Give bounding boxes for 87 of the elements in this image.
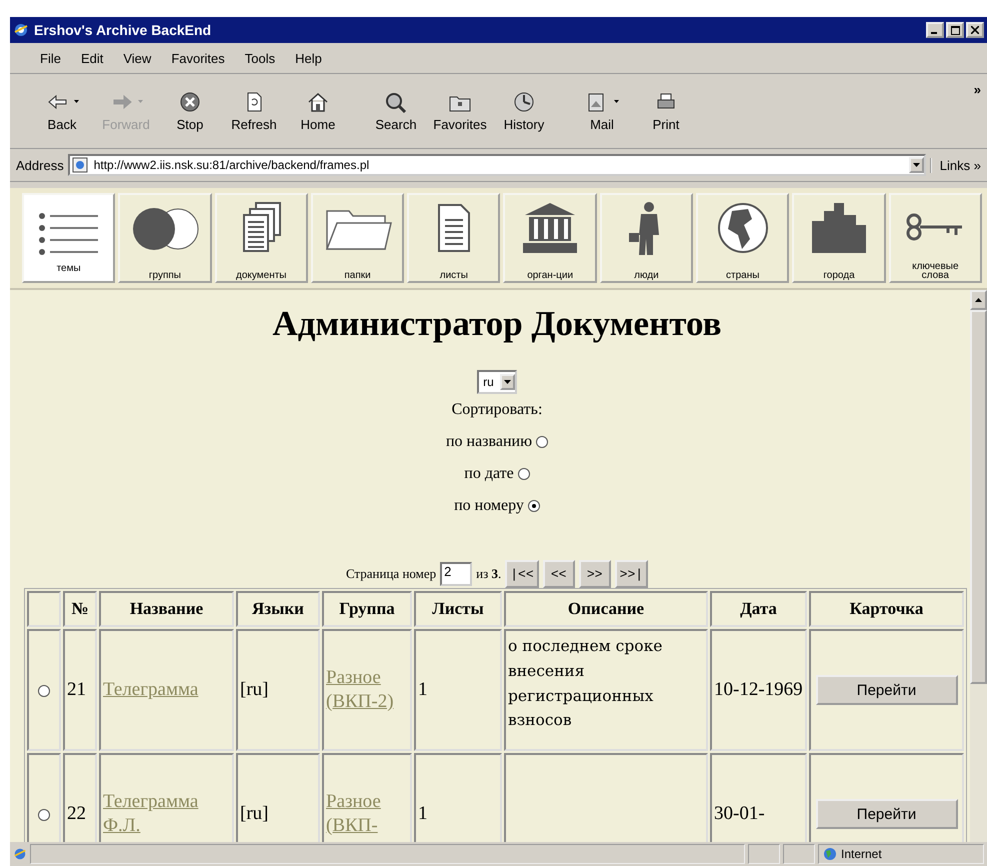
nav-button[interactable]: листы xyxy=(407,193,500,283)
column-header: Название xyxy=(99,591,234,627)
table-cell: 22 xyxy=(63,753,97,842)
page-number-field[interactable]: 2 xyxy=(440,562,472,586)
table-cell: 1 xyxy=(414,753,502,842)
column-header: Группа xyxy=(322,591,412,627)
globe-icon xyxy=(823,847,837,861)
radio-button[interactable] xyxy=(518,468,530,480)
table-cell: 10-12-1969 xyxy=(710,629,807,751)
toolbar-button[interactable]: Back xyxy=(30,90,94,132)
column-header: Дата xyxy=(710,591,807,627)
page-total: из 3. xyxy=(476,566,502,582)
page-button[interactable]: >>| xyxy=(614,560,648,588)
toolbar-button[interactable]: Print xyxy=(634,90,698,132)
toolbar-button[interactable]: Stop xyxy=(158,90,222,132)
page-heading: Администратор Документов xyxy=(271,304,723,344)
language-select[interactable]: ru xyxy=(477,370,517,394)
open-button[interactable]: Перейти xyxy=(816,799,958,829)
page-button[interactable]: << xyxy=(542,560,575,588)
menu-item[interactable]: Edit xyxy=(70,50,114,66)
clock-icon xyxy=(512,90,536,112)
column-header: Листы xyxy=(414,591,502,627)
toolbar-button[interactable]: Refresh xyxy=(222,90,286,132)
address-field[interactable]: http://www2.iis.nsk.su:81/archive/backend/frames.pl xyxy=(68,154,926,176)
radio-button[interactable] xyxy=(38,808,50,821)
maximize-button[interactable] xyxy=(946,22,964,38)
window-title: Ershov's Archive BackEnd xyxy=(34,22,212,38)
more-button[interactable]: » xyxy=(974,82,981,97)
sort-label: Сортировать: xyxy=(450,400,544,420)
column-header: Описание xyxy=(504,591,708,627)
open-button[interactable]: Перейти xyxy=(816,675,958,705)
search-icon xyxy=(384,90,408,112)
dropdown-arrow-icon xyxy=(504,380,511,384)
menu-item[interactable]: Favorites xyxy=(161,50,235,66)
dropdown-arrow-icon xyxy=(912,163,920,167)
nav-button[interactable]: страны xyxy=(696,193,790,283)
table-cell: о последнем сроке внесения регистрационных взносов xyxy=(504,629,708,751)
nav-button[interactable]: города xyxy=(792,193,886,283)
status-pane xyxy=(783,844,815,864)
status-pane xyxy=(748,844,780,864)
toolbar-button[interactable]: Mail xyxy=(570,90,634,132)
table-cell: [ru] xyxy=(236,629,320,751)
nav-button[interactable]: люди xyxy=(600,193,694,283)
sort-option-label: по названию xyxy=(446,432,532,452)
scrollbar[interactable] xyxy=(970,290,987,842)
maximize-icon xyxy=(950,26,960,34)
security-zone: Internet xyxy=(841,847,882,861)
toolbar-button[interactable]: History xyxy=(492,90,556,132)
links-button[interactable]: Links » xyxy=(930,158,981,172)
nav-button[interactable]: группы xyxy=(118,193,212,283)
nav-button[interactable]: темы xyxy=(22,193,116,283)
radio-button[interactable] xyxy=(536,436,548,448)
radio-button[interactable] xyxy=(38,684,50,697)
sort-option-label: по дате xyxy=(464,464,514,484)
stop-icon xyxy=(178,90,202,112)
table-cell: 30-01- xyxy=(710,753,807,842)
menu-item[interactable]: File xyxy=(30,50,71,66)
page-icon xyxy=(72,157,88,173)
nav-button[interactable]: папки xyxy=(310,193,404,283)
page-icon xyxy=(13,847,27,861)
nav-button[interactable]: ключевые слова xyxy=(888,193,982,283)
page-label: Страница номер xyxy=(346,566,436,582)
close-icon xyxy=(971,26,979,34)
toolbar-button[interactable]: Search xyxy=(364,90,428,132)
toolbar-button[interactable]: Home xyxy=(286,90,350,132)
table-cell: 21 xyxy=(63,629,97,751)
menu-item[interactable]: Tools xyxy=(234,50,286,66)
page-button[interactable]: >> xyxy=(578,560,611,588)
menu-item[interactable]: Help xyxy=(285,50,332,66)
browser-logo-icon xyxy=(13,22,29,38)
radio-button[interactable] xyxy=(528,500,540,512)
menu-item[interactable]: View xyxy=(113,50,162,66)
table-cell: [ru] xyxy=(236,753,320,842)
nav-button[interactable]: документы xyxy=(214,193,308,283)
nav-button[interactable]: орган-ции xyxy=(503,193,597,283)
page-button[interactable]: |<< xyxy=(505,560,539,588)
minimize-button[interactable] xyxy=(926,22,944,38)
sort-option-label: по номеру xyxy=(454,496,524,516)
toolbar-button[interactable]: Favorites xyxy=(428,90,492,132)
scroll-up-icon xyxy=(975,298,982,302)
column-header: № xyxy=(63,591,97,627)
column-header: Карточка xyxy=(809,591,964,627)
home-icon xyxy=(306,90,330,112)
table-cell: 1 xyxy=(414,629,502,751)
close-button[interactable] xyxy=(966,22,984,38)
column-header: Языки xyxy=(236,591,320,627)
address-label: Address xyxy=(16,158,64,172)
